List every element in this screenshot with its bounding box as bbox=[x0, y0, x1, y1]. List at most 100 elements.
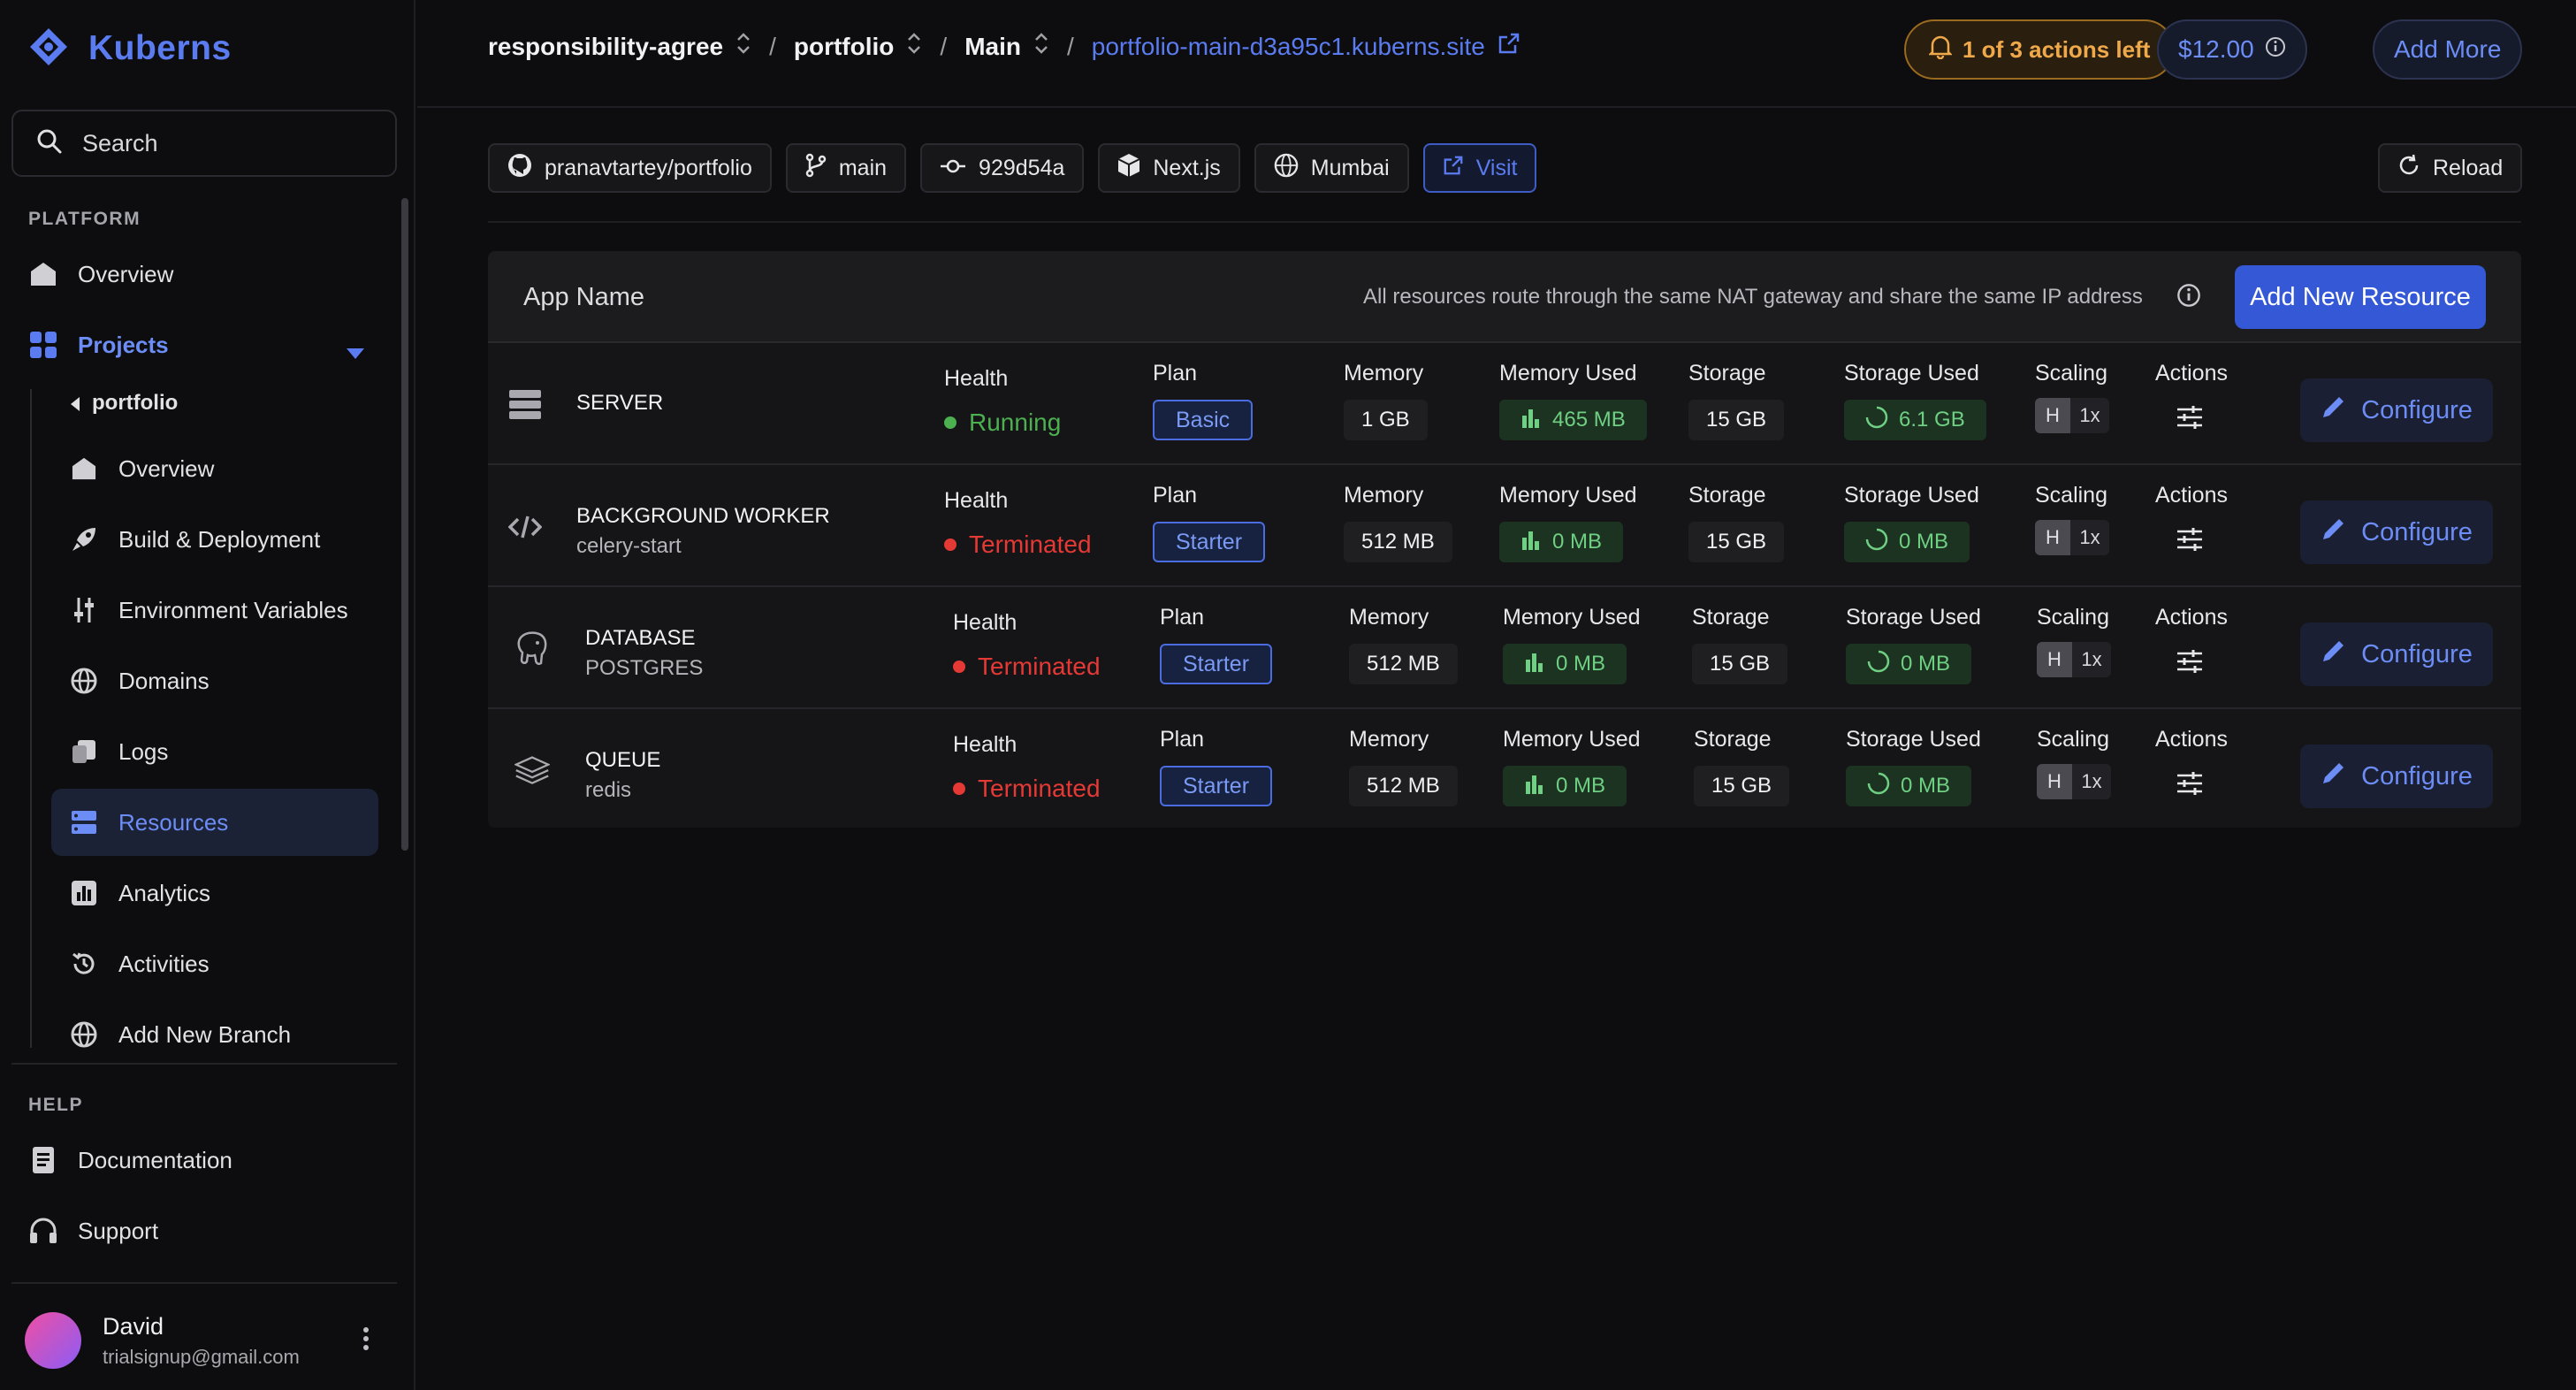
sliders-horizontal-icon[interactable] bbox=[2176, 771, 2203, 800]
sidebar-item-label: Resources bbox=[118, 808, 229, 836]
sidebar-scrollbar[interactable] bbox=[401, 198, 408, 851]
visit-button[interactable]: Visit bbox=[1422, 143, 1537, 193]
configure-label: Configure bbox=[2361, 761, 2473, 790]
sidebar-item-analytics[interactable]: Analytics bbox=[69, 859, 210, 927]
sidebar-item-label: Activities bbox=[118, 950, 210, 977]
search-input[interactable]: Search bbox=[11, 110, 397, 177]
loader-icon bbox=[1865, 406, 1888, 435]
sidebar-item-label: Environment Variables bbox=[118, 596, 348, 623]
external-link-icon[interactable] bbox=[1498, 32, 1520, 61]
scaling-control[interactable]: H 1x bbox=[2037, 642, 2111, 677]
add-new-resource-button[interactable]: Add New Resource bbox=[2235, 265, 2486, 329]
commit-chip[interactable]: 929d54a bbox=[920, 143, 1085, 193]
bar-chart-icon bbox=[1520, 529, 1542, 556]
sidebar-item-add-new-branch[interactable]: Add New Branch bbox=[69, 1001, 291, 1068]
table-row: QUEUE redis Health Terminated Plan Start… bbox=[488, 709, 2521, 828]
sidebar-item-support[interactable]: Support bbox=[28, 1197, 158, 1264]
memory-value: 512 MB bbox=[1349, 766, 1458, 806]
configure-button[interactable]: Configure bbox=[2300, 500, 2493, 564]
memory-used-text: 0 MB bbox=[1556, 774, 1606, 798]
tree-line bbox=[30, 389, 32, 1048]
platform-section-label: PLATFORM bbox=[28, 209, 141, 229]
sidebar-item-resources[interactable]: Resources bbox=[51, 789, 378, 856]
sliders-horizontal-icon[interactable] bbox=[2176, 405, 2203, 434]
sidebar-item-project-overview[interactable]: Overview bbox=[69, 435, 214, 502]
region-chip[interactable]: Mumbai bbox=[1254, 143, 1409, 193]
project-portfolio[interactable]: portfolio bbox=[71, 377, 178, 430]
sidebar-item-label: Documentation bbox=[78, 1146, 232, 1173]
storage-used-value: 6.1 GB bbox=[1844, 400, 1986, 440]
scale-h[interactable]: H bbox=[2037, 764, 2072, 799]
sidebar-item-logs[interactable]: Logs bbox=[69, 718, 168, 785]
scale-value: 1x bbox=[2072, 764, 2111, 799]
sidebar-divider bbox=[11, 1063, 397, 1065]
sidebar-item-activities[interactable]: Activities bbox=[69, 930, 210, 997]
add-more-button[interactable]: Add More bbox=[2373, 19, 2523, 80]
scaling-label: Scaling bbox=[2035, 361, 2107, 386]
caret-down-icon[interactable] bbox=[347, 338, 364, 365]
sidebar-item-label: Add New Branch bbox=[118, 1020, 292, 1048]
server-icon bbox=[507, 387, 543, 423]
pencil-icon bbox=[2321, 516, 2347, 549]
scaling-control[interactable]: H 1x bbox=[2035, 520, 2109, 555]
plan-badge[interactable]: Starter bbox=[1160, 644, 1273, 684]
sidebar-item-environment-variables[interactable]: Environment Variables bbox=[69, 577, 348, 644]
resource-subtitle: celery-start bbox=[576, 534, 682, 558]
pencil-icon bbox=[2321, 393, 2347, 427]
scale-h[interactable]: H bbox=[2035, 520, 2070, 555]
sidebar-item-label: Domains bbox=[118, 667, 210, 694]
configure-button[interactable]: Configure bbox=[2300, 378, 2493, 442]
sidebar-item-domains[interactable]: Domains bbox=[69, 647, 210, 714]
reload-button[interactable]: Reload bbox=[2378, 143, 2523, 193]
memory-used-value: 0 MB bbox=[1503, 766, 1627, 806]
balance-button[interactable]: $12.00 bbox=[2157, 19, 2307, 80]
more-vertical-icon[interactable] bbox=[362, 1326, 370, 1356]
git-branch-icon bbox=[805, 153, 827, 184]
breadcrumb-org[interactable]: responsibility-agree bbox=[488, 33, 723, 61]
info-icon[interactable] bbox=[2176, 283, 2201, 312]
domain-link[interactable]: portfolio-main-d3a95c1.kuberns.site bbox=[1092, 33, 1485, 61]
branch-chip[interactable]: main bbox=[785, 143, 907, 193]
breadcrumb-branch[interactable]: Main bbox=[964, 33, 1021, 61]
scale-h[interactable]: H bbox=[2037, 642, 2072, 677]
sidebar-item-documentation[interactable]: Documentation bbox=[28, 1127, 232, 1194]
plan-badge[interactable]: Starter bbox=[1160, 766, 1273, 806]
memory-value: 1 GB bbox=[1344, 400, 1428, 440]
storage-used-label: Storage Used bbox=[1844, 483, 1979, 508]
plan-badge[interactable]: Basic bbox=[1153, 400, 1254, 440]
visit-label: Visit bbox=[1475, 155, 1518, 180]
balance-amount: $12.00 bbox=[2178, 35, 2254, 63]
sidebar-item-overview[interactable]: Overview bbox=[28, 241, 173, 308]
breadcrumb-project[interactable]: portfolio bbox=[794, 33, 895, 61]
actions-left-badge[interactable]: 1 of 3 actions left bbox=[1904, 19, 2176, 80]
plan-badge[interactable]: Starter bbox=[1153, 522, 1266, 562]
scaling-control[interactable]: H 1x bbox=[2037, 764, 2111, 799]
storage-used-value: 0 MB bbox=[1846, 766, 1972, 806]
chevron-updown-icon[interactable] bbox=[735, 32, 751, 61]
sidebar-item-build-deployment[interactable]: Build & Deployment bbox=[69, 506, 320, 573]
logs-icon bbox=[69, 737, 99, 767]
configure-label: Configure bbox=[2361, 639, 2473, 668]
resource-title: SERVER bbox=[576, 391, 664, 415]
chevron-updown-icon[interactable] bbox=[906, 32, 922, 61]
resources-table: App Name All resources route through the… bbox=[488, 251, 2521, 828]
configure-button[interactable]: Configure bbox=[2300, 622, 2493, 686]
sliders-horizontal-icon[interactable] bbox=[2176, 527, 2203, 556]
external-link-icon bbox=[1443, 155, 1464, 182]
framework-chip[interactable]: Next.js bbox=[1098, 143, 1240, 193]
scale-h[interactable]: H bbox=[2035, 398, 2070, 433]
scaling-control[interactable]: H 1x bbox=[2035, 398, 2109, 433]
headphones-icon bbox=[28, 1216, 58, 1246]
info-icon bbox=[2265, 35, 2286, 64]
health-label: Health bbox=[944, 488, 1009, 513]
sliders-horizontal-icon[interactable] bbox=[2176, 649, 2203, 678]
chevron-updown-icon[interactable] bbox=[1033, 32, 1049, 61]
brand[interactable]: Kuberns bbox=[28, 27, 232, 71]
configure-button[interactable]: Configure bbox=[2300, 745, 2493, 808]
user-profile[interactable]: David trialsignup@gmail.com bbox=[25, 1312, 300, 1369]
storage-used-text: 0 MB bbox=[1901, 652, 1951, 676]
bell-icon bbox=[1927, 34, 1954, 65]
sidebar-item-projects[interactable]: Projects bbox=[28, 311, 364, 378]
status-dot bbox=[953, 661, 965, 673]
repo-chip[interactable]: pranavtartey/portfolio bbox=[488, 143, 772, 193]
